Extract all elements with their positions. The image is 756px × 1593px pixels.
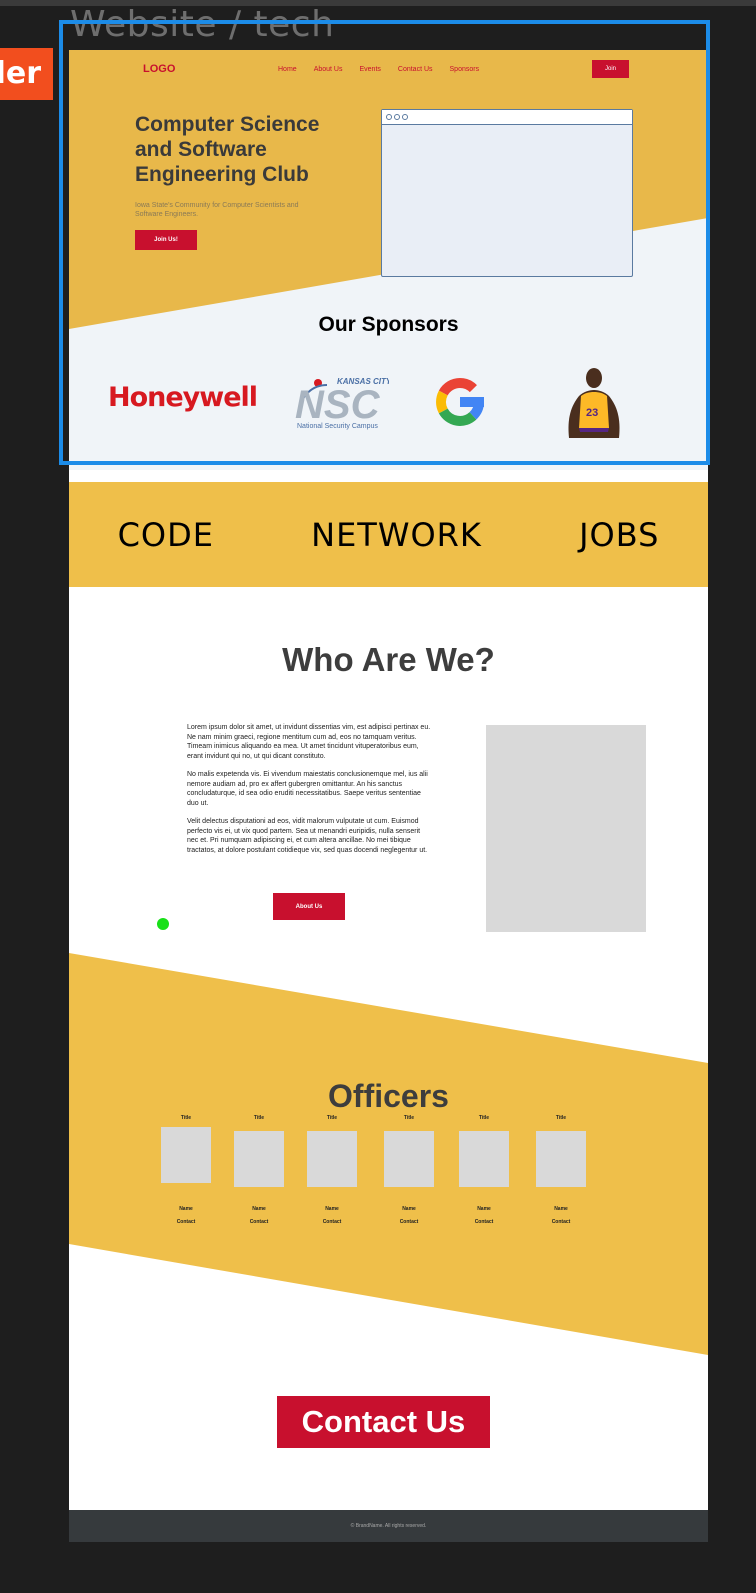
officer-photo — [161, 1127, 211, 1183]
officer-name: Name — [179, 1206, 193, 1212]
officer-photo — [459, 1131, 509, 1187]
contact-us-button[interactable]: Contact Us — [277, 1396, 490, 1448]
officer-contact[interactable]: Contact — [233, 1219, 285, 1225]
officer-name: Name — [252, 1206, 266, 1212]
officer-card[interactable]: Title Name Contact — [383, 1115, 435, 1230]
officer-card[interactable]: Title Name Contact — [233, 1115, 285, 1230]
side-badge-text: der — [0, 56, 41, 91]
officer-title: Title — [555, 1115, 567, 1121]
officer-contact[interactable]: Contact — [383, 1219, 435, 1225]
officer-title: Title — [326, 1115, 338, 1121]
officer-title: Title — [403, 1115, 415, 1121]
officer-title: Title — [180, 1115, 192, 1121]
officer-contact[interactable]: Contact — [458, 1219, 510, 1225]
officer-photo — [234, 1131, 284, 1187]
officer-name: Name — [477, 1206, 491, 1212]
side-frame-badge[interactable]: der — [0, 48, 53, 100]
cursor-indicator — [157, 918, 169, 930]
frame-label[interactable]: Website / tech — [70, 4, 334, 45]
officer-contact[interactable]: Contact — [535, 1219, 587, 1225]
officer-contact[interactable]: Contact — [306, 1219, 358, 1225]
officer-name: Name — [325, 1206, 339, 1212]
officer-photo — [307, 1131, 357, 1187]
website-frame[interactable]: LOGO Home About Us Events Contact Us Spo… — [69, 50, 708, 1542]
officer-name: Name — [554, 1206, 568, 1212]
officer-card[interactable]: Title Name Contact — [535, 1115, 587, 1230]
officer-title: Title — [253, 1115, 265, 1121]
officer-card[interactable]: Title Name Contact — [458, 1115, 510, 1230]
officer-contact[interactable]: Contact — [160, 1219, 212, 1225]
officer-photo — [536, 1131, 586, 1187]
footer: © BrandName. All rights reserved. — [69, 1510, 708, 1542]
officer-name: Name — [402, 1206, 416, 1212]
officer-card[interactable]: Title Name Contact — [306, 1115, 358, 1230]
officer-card[interactable]: Title Name Contact — [160, 1115, 212, 1230]
officer-title: Title — [478, 1115, 490, 1121]
officers-background — [69, 953, 708, 1355]
officer-photo — [384, 1131, 434, 1187]
officers-title: Officers — [328, 1078, 449, 1114]
